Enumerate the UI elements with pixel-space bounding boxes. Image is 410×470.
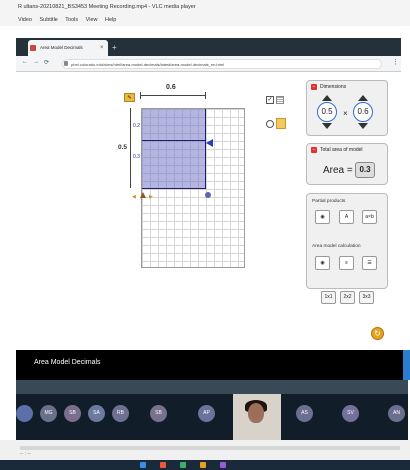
taskbar-app-icon[interactable]	[140, 462, 146, 468]
height-label: 0.5	[118, 144, 128, 151]
tab-close-icon[interactable]: ×	[100, 40, 104, 56]
height-up-arrow-icon[interactable]	[358, 95, 368, 101]
sticky-note-icon	[276, 118, 286, 129]
participant-avatar[interactable]: AS	[296, 405, 313, 422]
width-ruler-tick-right	[205, 92, 206, 99]
height-spinner[interactable]: 0.6	[353, 95, 373, 129]
width-down-arrow-icon[interactable]	[322, 123, 332, 129]
width-up-arrow-icon[interactable]	[322, 95, 332, 101]
taskbar-app-icon[interactable]	[220, 462, 226, 468]
area-right-edge	[205, 109, 206, 189]
width-value: 0.5	[317, 102, 337, 122]
dimensions-header[interactable]: − Dimensions	[311, 84, 346, 90]
sim-menu-button[interactable]	[403, 350, 410, 380]
reset-all-button[interactable]: ↻	[371, 327, 384, 340]
participant-avatar[interactable]: SV	[342, 405, 359, 422]
partition-label-top: 0.2	[133, 123, 140, 129]
new-tab-button[interactable]: +	[112, 40, 117, 56]
menu-dots-icon[interactable]: ⋮	[392, 58, 399, 66]
width-ruler-tick-left	[140, 92, 141, 99]
height-down-arrow-icon[interactable]	[358, 123, 368, 129]
taskbar-app-icon[interactable]	[200, 462, 206, 468]
vlc-window-title: R ultans-20210821_BS3453 Meeting Recordi…	[0, 0, 410, 14]
taskbar-app-icon[interactable]	[180, 462, 186, 468]
partition-label-bottom: 0.3	[133, 154, 140, 160]
forward-button[interactable]: →	[33, 59, 39, 65]
partial-products-label: Partial products	[312, 199, 346, 204]
total-area-title: Total area of model	[320, 147, 363, 153]
vlc-menu-subtitle[interactable]: Subtitle	[40, 17, 58, 23]
times-symbol: ×	[343, 109, 348, 118]
vlc-seek-bar[interactable]	[20, 446, 400, 450]
vlc-menu-view[interactable]: View	[86, 17, 98, 23]
area-model-calculation-label: Area model calculation	[312, 244, 361, 249]
vlc-menu-bar: Video Subtitle Tools View Help	[0, 14, 410, 26]
phet-favicon-icon	[30, 45, 36, 51]
area-rectangle	[142, 109, 206, 189]
sim-title: Area Model Decimals	[34, 359, 101, 366]
partial-product-a-button[interactable]: A	[339, 210, 354, 224]
multiplier-2x2-button[interactable]: 2x2	[340, 291, 355, 304]
collapse-icon[interactable]: −	[311, 84, 317, 90]
participant-face	[248, 403, 264, 423]
participant-avatar[interactable]: RB	[112, 405, 129, 422]
participant-avatar[interactable]	[16, 405, 33, 422]
taskbar-app-icon[interactable]	[160, 462, 166, 468]
total-area-panel: − Total area of model Area = 0.3	[306, 143, 388, 185]
vlc-menu-video[interactable]: Video	[18, 17, 32, 23]
collapse-icon[interactable]: −	[311, 147, 317, 153]
area-bottom-edge	[142, 188, 206, 189]
width-partition-handle[interactable]	[140, 192, 146, 198]
dimensions-panel: − Dimensions 0.5 × 0.6	[306, 80, 388, 136]
participant-avatar[interactable]: AP	[198, 405, 215, 422]
height-ruler	[130, 108, 131, 188]
lock-icon	[64, 61, 68, 66]
multiplier-3x3-button[interactable]: 3x3	[359, 291, 374, 304]
participant-avatar[interactable]: MG	[40, 405, 57, 422]
vlc-menu-help[interactable]: Help	[105, 17, 116, 23]
corner-resize-handle[interactable]	[205, 192, 211, 198]
area-label: Area =	[323, 165, 353, 176]
reload-button[interactable]: ⟳	[44, 59, 49, 66]
calc-step-button[interactable]: ☰	[362, 256, 377, 270]
counting-checkbox[interactable]	[266, 120, 274, 128]
area-value: 0.3	[355, 162, 375, 178]
vlc-menu-tools[interactable]: Tools	[65, 17, 78, 23]
drag-right-icon: ▶	[149, 194, 153, 200]
participant-avatar[interactable]: SB	[64, 405, 81, 422]
total-area-header[interactable]: − Total area of model	[311, 147, 363, 153]
address-bar[interactable]: phet.colorado.edu/sims/html/area-model-d…	[62, 59, 382, 69]
partition-line	[142, 140, 206, 141]
calc-line-button[interactable]: ≡	[339, 256, 354, 270]
drag-left-icon: ◀	[132, 194, 136, 200]
dimensions-title: Dimensions	[320, 84, 347, 90]
calc-hidden-button[interactable]: ◉	[315, 256, 330, 270]
height-value: 0.6	[353, 102, 373, 122]
multiplier-1x1-button[interactable]: 1x1	[321, 291, 336, 304]
participant-avatar[interactable]: SA	[88, 405, 105, 422]
partition-arrow-handle[interactable]	[206, 139, 213, 147]
sim-bottom-strip	[16, 380, 408, 394]
width-label: 0.6	[166, 84, 176, 91]
calculation-panel: Partial products ◉ A a×b Area model calc…	[306, 193, 388, 289]
vlc-time: -- : --	[20, 451, 31, 457]
width-ruler	[140, 95, 206, 96]
width-spinner[interactable]: 0.5	[317, 95, 337, 129]
partial-product-axb-button[interactable]: a×b	[362, 210, 377, 224]
eye-hidden-icon[interactable]: ◉	[315, 210, 330, 224]
pencil-icon[interactable]: ✎	[124, 93, 135, 102]
grid-icon	[276, 96, 284, 104]
participant-avatar[interactable]: AN	[388, 405, 405, 422]
back-button[interactable]: ←	[22, 59, 28, 65]
grid-checkbox[interactable]: ✓	[266, 96, 274, 104]
browser-tab[interactable]: Area Model Decimals	[28, 40, 108, 56]
participant-avatar[interactable]: SB	[150, 405, 167, 422]
